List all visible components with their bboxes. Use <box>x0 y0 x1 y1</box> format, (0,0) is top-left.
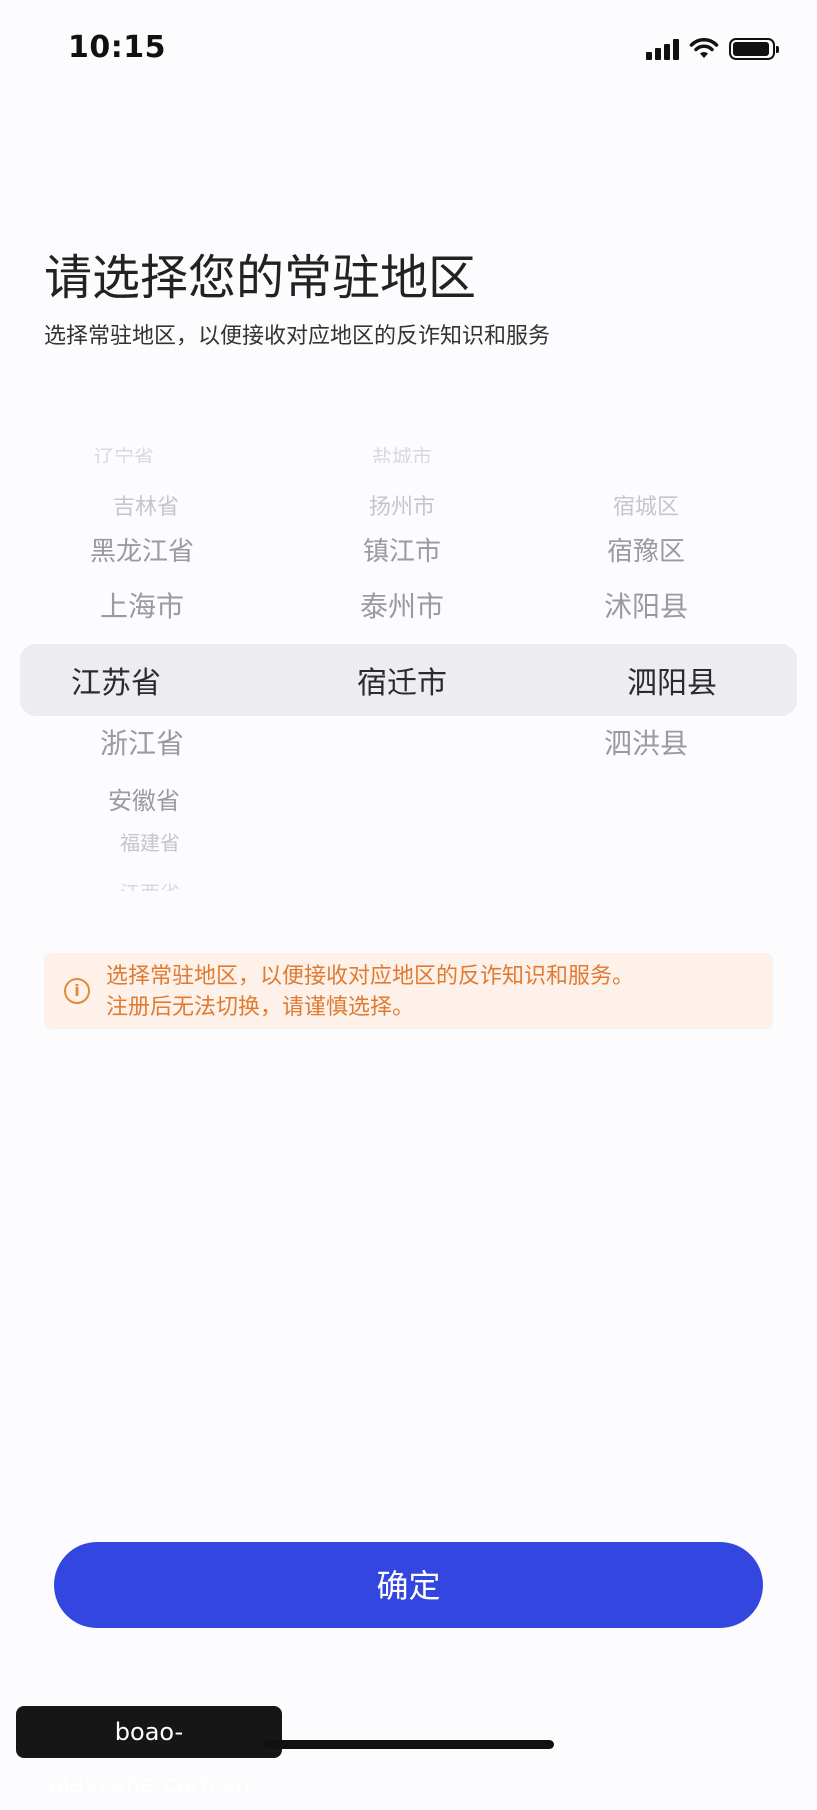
notice-banner: i 选择常驻地区，以便接收对应地区的反诈知识和服务。 注册后无法切换，请谨慎选择… <box>44 953 773 1029</box>
province-column[interactable]: 辽宁省 吉林省 黑龙江省 上海市 江苏省 浙江省 安徽省 福建省 江西省 <box>0 445 272 895</box>
picker-item-selected[interactable]: 泗阳县 <box>536 658 808 702</box>
picker-item[interactable]: 辽宁省 <box>0 441 260 463</box>
picker-item[interactable]: 浙江省 <box>6 722 278 762</box>
watermark: boao-playzone.com.cn <box>16 1706 282 1798</box>
picker-item[interactable]: 盐城市 <box>266 441 538 463</box>
status-time: 10:15 <box>68 30 166 65</box>
picker-item[interactable]: 安徽省 <box>8 781 280 816</box>
notice-line-2: 注册后无法切换，请谨慎选择。 <box>106 995 415 1020</box>
picker-item[interactable]: 上海市 <box>6 585 278 625</box>
picker-item[interactable]: 福建省 <box>14 827 286 856</box>
page-subtitle: 选择常驻地区，以便接收对应地区的反诈知识和服务 <box>44 324 551 349</box>
home-indicator[interactable] <box>264 1740 554 1749</box>
notice-line-1: 选择常驻地区，以便接收对应地区的反诈知识和服务。 <box>106 964 635 989</box>
picker-item-selected[interactable]: 宿迁市 <box>266 658 538 702</box>
info-icon: i <box>64 978 90 1004</box>
page-title: 请选择您的常驻地区 <box>44 250 477 306</box>
wifi-icon <box>689 38 719 58</box>
picker-item-selected[interactable]: 江苏省 <box>0 658 252 702</box>
district-column[interactable]: 宿城区 宿豫区 沭阳县 泗阳县 泗洪县 <box>544 455 816 895</box>
battery-icon <box>729 38 779 60</box>
region-picker[interactable]: 辽宁省 吉林省 黑龙江省 上海市 江苏省 浙江省 安徽省 福建省 江西省 盐城市… <box>0 445 817 895</box>
picker-item[interactable]: 吉林省 <box>10 489 282 521</box>
notice-text: 选择常驻地区，以便接收对应地区的反诈知识和服务。 注册后无法切换，请谨慎选择。 <box>106 961 766 1023</box>
picker-item[interactable]: 泰州市 <box>266 585 538 625</box>
status-bar: 10:15 <box>0 0 817 100</box>
picker-item[interactable]: 江西省 <box>14 877 286 891</box>
status-icons <box>646 38 779 60</box>
picker-item[interactable]: 泗洪县 <box>510 722 782 762</box>
signal-icon <box>646 38 679 60</box>
picker-item[interactable]: 宿豫区 <box>510 531 782 568</box>
picker-item[interactable]: 宿城区 <box>510 489 782 521</box>
city-column[interactable]: 盐城市 扬州市 镇江市 泰州市 宿迁市 <box>272 445 544 895</box>
confirm-button[interactable]: 确定 <box>54 1542 763 1628</box>
picker-item[interactable]: 扬州市 <box>266 489 538 521</box>
picker-item[interactable]: 镇江市 <box>266 531 538 568</box>
picker-item[interactable]: 黑龙江省 <box>6 531 278 568</box>
picker-item[interactable]: 沭阳县 <box>510 585 782 625</box>
